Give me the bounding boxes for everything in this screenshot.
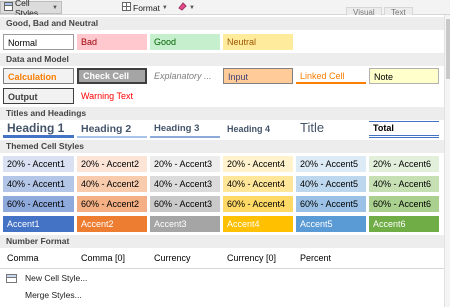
format-icon xyxy=(122,2,131,13)
style-60-accent5[interactable]: 60% - Accent5 xyxy=(296,196,366,212)
clear-button[interactable]: ▼ xyxy=(174,1,196,14)
new-cell-style-menu-item[interactable]: New Cell Style... xyxy=(0,270,444,286)
format-button[interactable]: Format ▼ xyxy=(118,1,170,14)
cell-styles-icon xyxy=(4,2,13,13)
style-20-accent5[interactable]: 20% - Accent5 xyxy=(296,156,366,172)
style-explanatory[interactable]: Explanatory ... xyxy=(150,68,220,84)
style-heading-1[interactable]: Heading 1 xyxy=(3,120,74,138)
style-good[interactable]: Good xyxy=(150,34,220,50)
style-linked-cell[interactable]: Linked Cell xyxy=(296,68,366,84)
ribbon-toolbar: Cell Styles ▼ Format ▼ ▼ Visual Text xyxy=(0,0,450,18)
style-40-accent3[interactable]: 40% - Accent3 xyxy=(150,176,220,192)
style-total[interactable]: Total xyxy=(369,121,439,138)
style-comma-0[interactable]: Comma [0] xyxy=(77,250,147,266)
style-accent4[interactable]: Accent4 xyxy=(223,216,293,232)
style-40-accent6[interactable]: 40% - Accent6 xyxy=(369,176,439,192)
format-label: Format xyxy=(133,2,160,13)
style-60-accent2[interactable]: 60% - Accent2 xyxy=(77,196,147,212)
style-40-accent4[interactable]: 40% - Accent4 xyxy=(223,176,293,192)
style-60-accent1[interactable]: 60% - Accent1 xyxy=(3,196,74,212)
style-currency[interactable]: Currency xyxy=(150,250,220,266)
style-warning-text[interactable]: Warning Text xyxy=(77,88,147,104)
style-percent[interactable]: Percent xyxy=(296,250,366,266)
style-20-accent3[interactable]: 20% - Accent3 xyxy=(150,156,220,172)
style-note[interactable]: Note xyxy=(369,68,439,84)
style-calculation[interactable]: Calculation xyxy=(3,68,74,84)
menu-divider xyxy=(0,268,444,269)
style-heading-2[interactable]: Heading 2 xyxy=(77,121,147,138)
style-20-accent2[interactable]: 20% - Accent2 xyxy=(77,156,147,172)
section-header-themed-cell-styles: Themed Cell Styles xyxy=(0,140,444,153)
style-accent5[interactable]: Accent5 xyxy=(296,216,366,232)
section-header-titles-headings: Titles and Headings xyxy=(0,107,444,120)
chevron-down-icon: ▼ xyxy=(161,4,168,11)
style-neutral[interactable]: Neutral xyxy=(223,34,293,50)
style-output[interactable]: Output xyxy=(3,88,74,104)
gallery-scrollbar[interactable] xyxy=(444,15,450,307)
section-header-number-format: Number Format xyxy=(0,235,444,248)
new-style-icon xyxy=(6,273,17,284)
style-check-cell[interactable]: Check Cell xyxy=(77,68,147,84)
style-title[interactable]: Title xyxy=(296,119,366,137)
style-40-accent2[interactable]: 40% - Accent2 xyxy=(77,176,147,192)
style-heading-3[interactable]: Heading 3 xyxy=(150,121,220,138)
style-60-accent6[interactable]: 60% - Accent6 xyxy=(369,196,439,212)
style-input[interactable]: Input xyxy=(223,68,293,84)
eraser-icon xyxy=(178,2,187,13)
style-20-accent4[interactable]: 20% - Accent4 xyxy=(223,156,293,172)
style-accent2[interactable]: Accent2 xyxy=(77,216,147,232)
style-accent6[interactable]: Accent6 xyxy=(369,216,439,232)
style-heading-4[interactable]: Heading 4 xyxy=(223,121,293,138)
chevron-down-icon: ▼ xyxy=(189,4,195,11)
new-cell-style-label: New Cell Style... xyxy=(25,273,88,283)
merge-icon xyxy=(6,290,17,301)
merge-styles-menu-item[interactable]: Merge Styles... xyxy=(0,287,444,303)
style-currency-0[interactable]: Currency [0] xyxy=(223,250,293,266)
section-header-good-bad-neutral: Good, Bad and Neutral xyxy=(0,17,444,30)
style-40-accent5[interactable]: 40% - Accent5 xyxy=(296,176,366,192)
style-20-accent1[interactable]: 20% - Accent1 xyxy=(3,156,74,172)
scrollbar-thumb[interactable] xyxy=(446,19,450,79)
style-comma[interactable]: Comma xyxy=(3,250,74,266)
style-40-accent1[interactable]: 40% - Accent1 xyxy=(3,176,74,192)
style-60-accent3[interactable]: 60% - Accent3 xyxy=(150,196,220,212)
style-normal[interactable]: Normal xyxy=(3,34,74,50)
chevron-down-icon: ▼ xyxy=(52,4,58,11)
section-header-data-model: Data and Model xyxy=(0,53,444,66)
style-accent1[interactable]: Accent1 xyxy=(3,216,74,232)
style-accent3[interactable]: Accent3 xyxy=(150,216,220,232)
style-60-accent4[interactable]: 60% - Accent4 xyxy=(223,196,293,212)
merge-styles-label: Merge Styles... xyxy=(25,290,82,300)
style-bad[interactable]: Bad xyxy=(77,34,147,50)
style-20-accent6[interactable]: 20% - Accent6 xyxy=(369,156,439,172)
cell-styles-button[interactable]: Cell Styles ▼ xyxy=(0,0,62,18)
